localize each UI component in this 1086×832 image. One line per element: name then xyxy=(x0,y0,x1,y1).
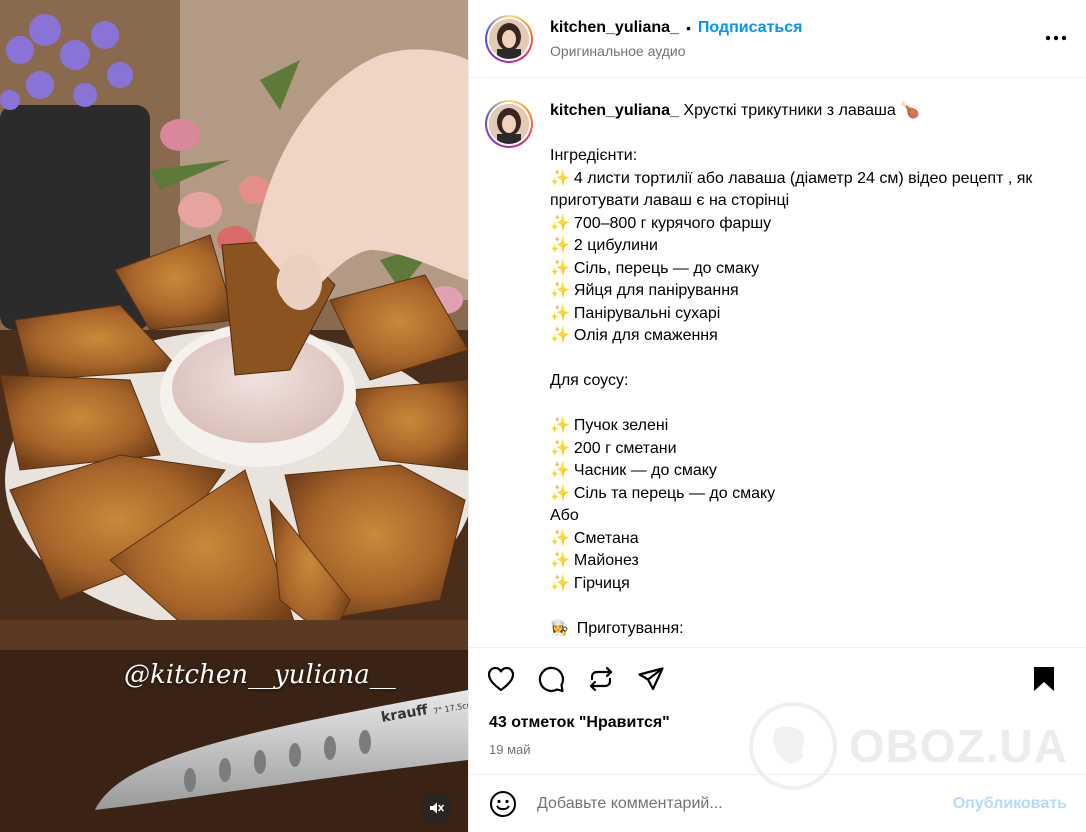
audio-link[interactable]: Оригинальное аудио xyxy=(550,43,802,59)
avatar[interactable] xyxy=(485,14,533,63)
post-viewer: krauff 7" 17.5cm @kitchen__yuliana__ kit… xyxy=(0,0,1086,832)
caption-line: ✨ Сіль та перець — до смаку xyxy=(550,483,1070,506)
post-media[interactable]: krauff 7" 17.5cm @kitchen__yuliana__ xyxy=(0,0,468,832)
caption-line-text: Або xyxy=(550,507,579,524)
caption-line-text: Панірувальні сухарі xyxy=(573,304,721,322)
caption-line-text: Сіль, перець — до смаку xyxy=(573,259,760,277)
more-options-icon xyxy=(1045,35,1067,41)
comment-icon xyxy=(538,666,565,693)
media-watermark: @kitchen__yuliana__ xyxy=(124,660,396,690)
separator-dot: • xyxy=(685,19,691,36)
caption-line-text: Гірчиця xyxy=(573,574,630,592)
chef-emoji: 👩‍🍳 xyxy=(550,619,569,637)
avatar-photo xyxy=(489,18,529,59)
header-username[interactable]: kitchen_yuliana_ xyxy=(550,19,679,37)
caption-line-text: Приготування: xyxy=(576,619,684,637)
caption-line xyxy=(550,348,1070,371)
caption-line-text: Сіль та перець — до смаку xyxy=(573,484,776,502)
caption-line-text: 200 г сметани xyxy=(573,439,677,457)
caption-line-text: Яйця для панірування xyxy=(573,282,739,299)
sparkle-emoji: ✨ xyxy=(550,552,570,569)
caption-line xyxy=(550,393,1070,416)
sparkle-emoji: ✨ xyxy=(550,484,570,502)
caption-lines: Інгредієнти: ✨ 4 листи тортилії або лаваша… xyxy=(550,123,1070,641)
mute-button[interactable] xyxy=(421,793,451,823)
post-date[interactable]: 19 май xyxy=(469,732,1086,757)
sparkle-emoji: ✨ xyxy=(550,214,570,232)
action-bar xyxy=(469,648,1086,710)
caption-line-text: Для соусу: xyxy=(550,372,629,389)
caption-area[interactable]: kitchen_yuliana_ Хрусткі трикутники з ла… xyxy=(469,78,1086,648)
repost-icon xyxy=(589,666,613,692)
sparkle-emoji: ✨ xyxy=(550,439,570,457)
caption-line: ✨ Майонез xyxy=(550,550,1070,573)
post-header: kitchen_yuliana_ • Подписаться Оригиналь… xyxy=(469,0,1086,78)
caption-line: ✨ Гірчиця xyxy=(550,573,1070,596)
caption-line: ✨ Пучок зелені xyxy=(550,415,1070,438)
caption-line: ✨ Яйця для панірування xyxy=(550,280,1070,303)
avatar-photo xyxy=(489,104,529,144)
caption-text: kitchen_yuliana_ Хрусткі трикутники з ла… xyxy=(550,100,1070,647)
caption-line-text: 2 цибулини xyxy=(573,237,658,254)
caption-line: ✨ 4 листи тортилії або лаваша (діаметр 24… xyxy=(550,168,1070,213)
caption-username[interactable]: kitchen_yuliana_ xyxy=(550,102,679,119)
caption-line: Для соусу: xyxy=(550,370,1070,393)
publish-button[interactable]: Опубликовать xyxy=(953,795,1067,813)
sparkle-emoji: ✨ xyxy=(550,304,570,322)
caption-line-text: 4 листи тортилії або лаваша (діаметр 24 … xyxy=(550,169,1033,210)
paper-plane-icon xyxy=(638,667,664,691)
drumstick-emoji: 🍗 xyxy=(900,102,921,119)
speaker-muted-icon xyxy=(430,802,444,814)
caption-line: ✨ Панірувальні сухарі xyxy=(550,303,1070,326)
caption-line: ✨ 200 г сметани xyxy=(550,438,1070,461)
more-options-button[interactable] xyxy=(1044,26,1068,50)
caption-title: Хрусткі трикутники з лаваша xyxy=(683,102,896,119)
sparkle-emoji: ✨ xyxy=(550,462,570,479)
repost-button[interactable] xyxy=(581,659,621,699)
sparkle-emoji: ✨ xyxy=(550,282,570,299)
sparkle-emoji: ✨ xyxy=(550,529,570,547)
sparkle-emoji: ✨ xyxy=(550,574,570,592)
caption-line-text: Сметана xyxy=(573,529,639,547)
follow-button[interactable]: Подписаться xyxy=(698,19,803,37)
caption-line: Інгредієнти: xyxy=(550,145,1070,168)
caption-line: ✨ Сметана xyxy=(550,528,1070,551)
caption-line: ✨ Сіль, перець — до смаку xyxy=(550,258,1070,281)
caption-line xyxy=(550,595,1070,618)
caption-avatar[interactable] xyxy=(485,100,533,148)
caption-line xyxy=(550,123,1070,146)
caption-line: ✨ Часник — до смаку xyxy=(550,460,1070,483)
caption-line-text: Часник — до смаку xyxy=(573,462,717,479)
caption-line: 👩‍🍳 Приготування: xyxy=(550,618,1070,641)
post-side-panel: kitchen_yuliana_ • Подписаться Оригиналь… xyxy=(468,0,1086,832)
like-button[interactable] xyxy=(481,659,521,699)
sparkle-emoji: ✨ xyxy=(550,417,570,434)
smiley-icon xyxy=(490,790,516,817)
bookmark-icon xyxy=(1034,667,1054,691)
comment-button[interactable] xyxy=(531,659,571,699)
caption-line-text: 700–800 г курячого фаршу xyxy=(573,214,772,232)
save-button[interactable] xyxy=(1024,659,1064,699)
caption-line-text: Олія для смаження xyxy=(573,327,718,344)
caption-line-text: Майонез xyxy=(573,552,639,569)
sparkle-emoji: ✨ xyxy=(550,169,570,187)
share-button[interactable] xyxy=(631,659,671,699)
caption-line: ✨ Олія для смаження xyxy=(550,325,1070,348)
food-photo: krauff 7" 17.5cm xyxy=(0,0,468,832)
caption-line: Або xyxy=(550,505,1070,528)
caption-line-text: Пучок зелені xyxy=(573,417,669,434)
caption-line: ✨ 700–800 г курячого фаршу xyxy=(550,213,1070,236)
comment-input[interactable] xyxy=(537,794,953,813)
caption-line-text: Інгредієнти: xyxy=(550,147,638,164)
heart-icon xyxy=(487,666,515,692)
comment-bar: Опубликовать xyxy=(469,774,1086,832)
caption-line: ✨ 2 цибулини xyxy=(550,235,1070,258)
caption-title-line: kitchen_yuliana_ Хрусткі трикутники з ла… xyxy=(550,100,1070,123)
sparkle-emoji: ✨ xyxy=(550,237,570,254)
emoji-button[interactable] xyxy=(489,790,517,818)
sparkle-emoji: ✨ xyxy=(550,259,570,277)
sparkle-emoji: ✨ xyxy=(550,327,570,344)
likes-count[interactable]: 43 отметок "Нравится" xyxy=(469,710,1086,732)
